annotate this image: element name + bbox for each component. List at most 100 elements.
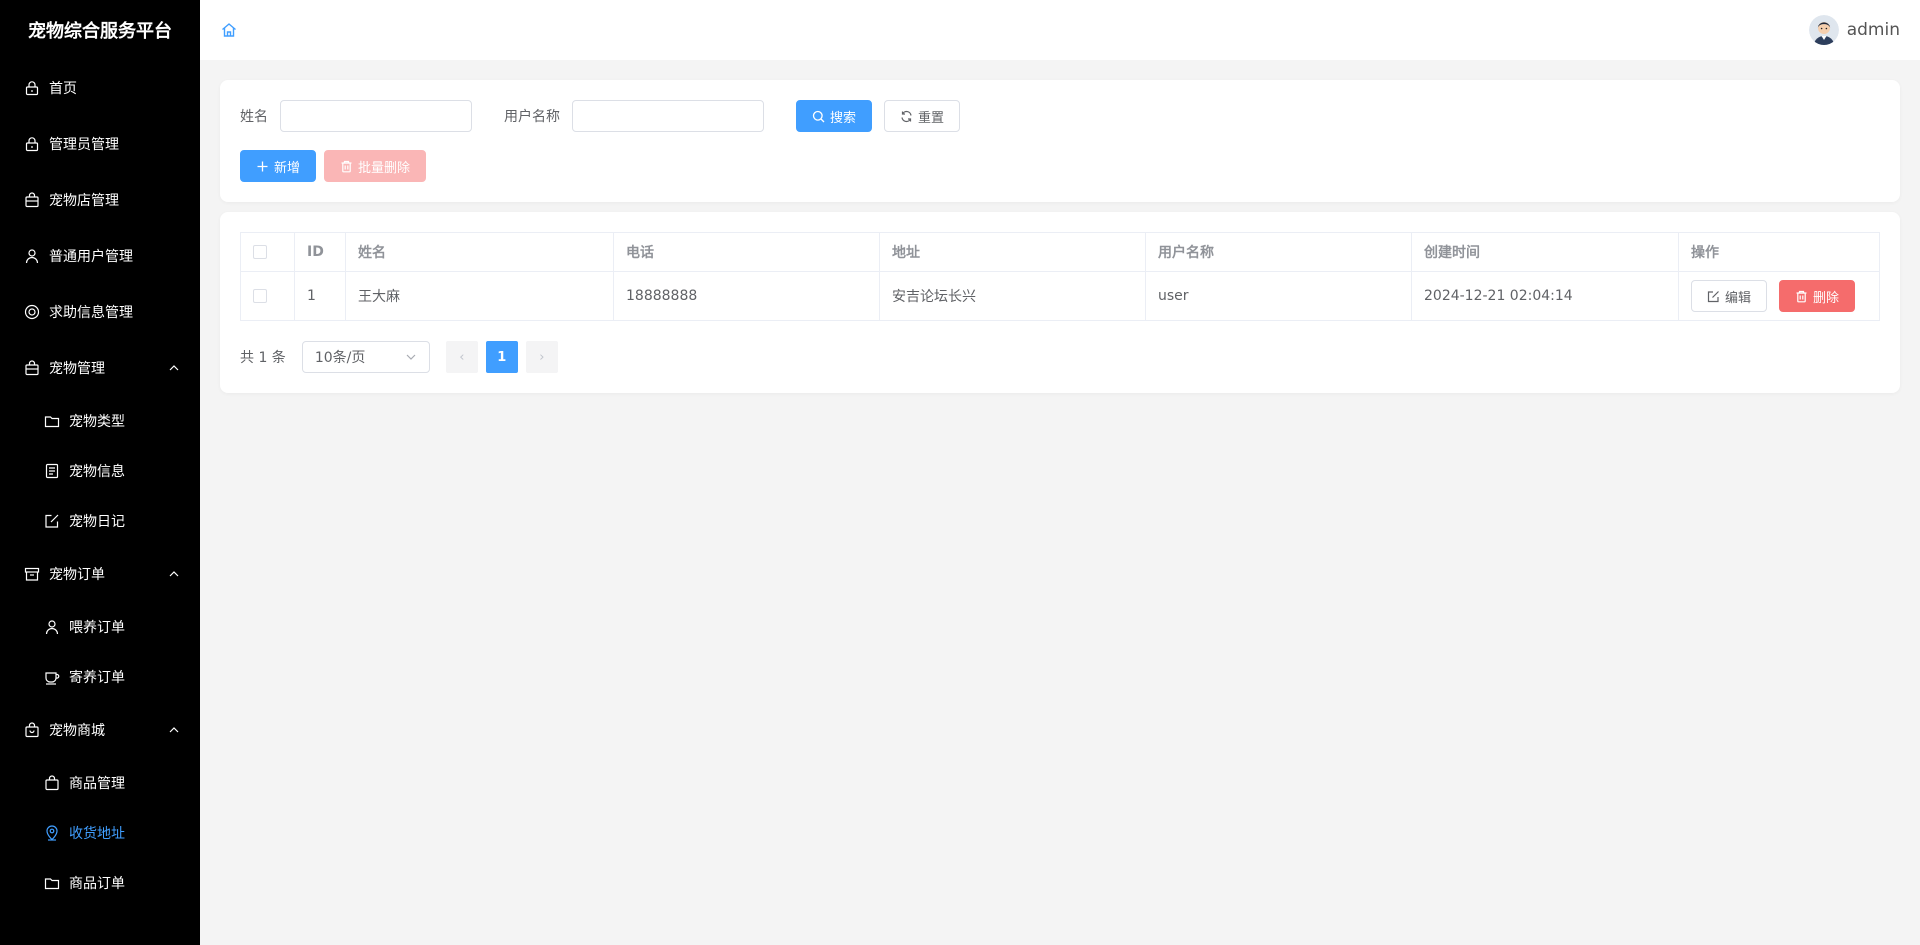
content-area: 姓名 用户名称 搜索 重置 新增 批量删除 ID 姓名 电话 地址 用户名称 创… — [200, 60, 1920, 393]
delete-button[interactable]: 删除 — [1779, 280, 1856, 312]
sidebar-item-shop-manage[interactable]: 宠物店管理 — [0, 172, 200, 228]
sidebar-item-label: 商品管理 — [69, 776, 125, 792]
username-label: 用户名称 — [504, 109, 560, 125]
cell-username: user — [1145, 271, 1412, 321]
column-header[interactable]: ID — [294, 232, 346, 272]
reset-button[interactable]: 重置 — [884, 100, 961, 132]
sidebar-item-goods-manage[interactable]: 商品管理 — [0, 758, 200, 808]
search-card: 姓名 用户名称 搜索 重置 新增 批量删除 — [220, 80, 1900, 202]
pagination: 共 1 条 10条/页 ‹ 1 › — [240, 341, 1880, 373]
folder-icon — [44, 413, 60, 429]
sidebar-item-help-manage[interactable]: 求助信息管理 — [0, 284, 200, 340]
next-page-button[interactable]: › — [525, 341, 558, 373]
row-actions: 编辑 删除 — [1691, 280, 1867, 312]
select-all-cell — [240, 232, 295, 272]
sidebar-item-pet-diary[interactable]: 宠物日记 — [0, 496, 200, 546]
refresh-icon — [900, 110, 913, 123]
name-label: 姓名 — [240, 109, 268, 125]
page-size-value: 10条/页 — [314, 350, 366, 366]
edit-button-label: 编辑 — [1725, 290, 1752, 306]
sidebar-item-label: 商品订单 — [69, 876, 125, 892]
main-area: admin 姓名 用户名称 搜索 重置 新增 批量删除 ID 姓名 电话 地址 … — [200, 0, 1920, 945]
sidebar-group-label: 宠物管理 — [49, 361, 105, 377]
sidebar-item-label: 寄养订单 — [69, 670, 125, 686]
sidebar-item-label: 宠物信息 — [69, 464, 125, 480]
sidebar-item-label: 宠物店管理 — [49, 193, 119, 209]
search-button[interactable]: 搜索 — [796, 100, 873, 132]
sidebar-item-home[interactable]: 首页 — [0, 60, 200, 116]
add-button[interactable]: 新增 — [240, 150, 317, 182]
edit-icon — [1707, 290, 1720, 303]
cell-id: 1 — [294, 271, 346, 321]
sidebar-item-label: 求助信息管理 — [49, 305, 133, 321]
shop-bag-icon — [44, 775, 60, 791]
sidebar-item-label: 宠物日记 — [69, 514, 125, 530]
sidebar-group-label: 宠物商城 — [49, 723, 105, 739]
app-root: 宠物综合服务平台 首页 管理员管理 宠物店管理 普通用户管理 求助信息管理 宠物… — [0, 0, 1920, 945]
sidebar: 宠物综合服务平台 首页 管理员管理 宠物店管理 普通用户管理 求助信息管理 宠物… — [0, 0, 200, 945]
cup-icon — [44, 669, 60, 685]
pagination-total: 共 1 条 — [240, 350, 286, 366]
search-button-label: 搜索 — [830, 110, 857, 126]
sidebar-item-label: 首页 — [49, 81, 77, 97]
username-input[interactable] — [572, 100, 764, 132]
trash-icon — [1795, 290, 1808, 303]
sidebar-group-pet-order[interactable]: 宠物订单 — [0, 546, 200, 602]
top-header: admin — [200, 0, 1920, 60]
cell-address: 安吉论坛长兴 — [879, 271, 1146, 321]
sidebar-item-goods-order[interactable]: 商品订单 — [0, 858, 200, 908]
sidebar-group-pet-mall[interactable]: 宠物商城 — [0, 702, 200, 758]
chevron-up-icon — [168, 725, 180, 735]
home-icon[interactable] — [220, 21, 238, 39]
box-icon — [24, 566, 40, 582]
cell-phone: 18888888 — [613, 271, 880, 321]
sidebar-item-label: 收货地址 — [69, 826, 125, 842]
page-number-button[interactable]: 1 — [485, 341, 518, 373]
table-card: ID 姓名 电话 地址 用户名称 创建时间 操作 1 王大麻 18888888 … — [220, 212, 1900, 393]
column-header: 操作 — [1678, 232, 1880, 272]
name-input[interactable] — [280, 100, 472, 132]
column-header[interactable]: 姓名 — [345, 232, 614, 272]
app-title: 宠物综合服务平台 — [28, 21, 172, 42]
add-button-label: 新增 — [274, 160, 301, 176]
sidebar-item-feed-order[interactable]: 喂养订单 — [0, 602, 200, 652]
chevron-down-icon — [405, 352, 417, 362]
folder-icon — [44, 875, 60, 891]
table-header-row: ID 姓名 电话 地址 用户名称 创建时间 操作 — [240, 232, 1880, 272]
sidebar-group-pet-manage[interactable]: 宠物管理 — [0, 340, 200, 396]
search-row: 姓名 用户名称 搜索 重置 — [240, 100, 1880, 132]
column-header[interactable]: 地址 — [879, 232, 1146, 272]
sidebar-item-user-manage[interactable]: 普通用户管理 — [0, 228, 200, 284]
handbag-icon — [24, 722, 40, 738]
avatar — [1808, 15, 1839, 45]
batch-delete-button[interactable]: 批量删除 — [324, 150, 427, 182]
reset-button-label: 重置 — [918, 110, 945, 126]
sidebar-item-shipping-address[interactable]: 收货地址 — [0, 808, 200, 858]
sidebar-item-pet-info[interactable]: 宠物信息 — [0, 446, 200, 496]
prev-page-button[interactable]: ‹ — [445, 341, 478, 373]
search-icon — [812, 110, 825, 123]
sidebar-item-admin-manage[interactable]: 管理员管理 — [0, 116, 200, 172]
trash-icon — [340, 160, 353, 173]
location-icon — [44, 825, 60, 841]
select-all-checkbox[interactable] — [253, 245, 267, 259]
column-header[interactable]: 创建时间 — [1411, 232, 1679, 272]
sidebar-item-pet-type[interactable]: 宠物类型 — [0, 396, 200, 446]
table-row[interactable]: 1 王大麻 18888888 安吉论坛长兴 user 2024-12-21 02… — [240, 271, 1880, 321]
sidebar-item-foster-order[interactable]: 寄养订单 — [0, 652, 200, 702]
shop-bag-icon — [24, 192, 40, 208]
column-header[interactable]: 用户名称 — [1145, 232, 1412, 272]
username: admin — [1846, 20, 1900, 40]
sidebar-group-label: 宠物订单 — [49, 567, 105, 583]
user-menu[interactable]: admin — [1808, 15, 1900, 45]
delete-button-label: 删除 — [1813, 290, 1840, 306]
row-checkbox[interactable] — [253, 289, 267, 303]
page-size-select[interactable]: 10条/页 — [301, 341, 430, 373]
batch-delete-button-label: 批量删除 — [358, 160, 411, 176]
edit-button[interactable]: 编辑 — [1691, 280, 1768, 312]
sidebar-item-label: 管理员管理 — [49, 137, 119, 153]
column-header[interactable]: 电话 — [613, 232, 880, 272]
sidebar-item-label: 宠物类型 — [69, 414, 125, 430]
lock-icon — [24, 80, 40, 96]
plus-icon — [256, 160, 269, 173]
